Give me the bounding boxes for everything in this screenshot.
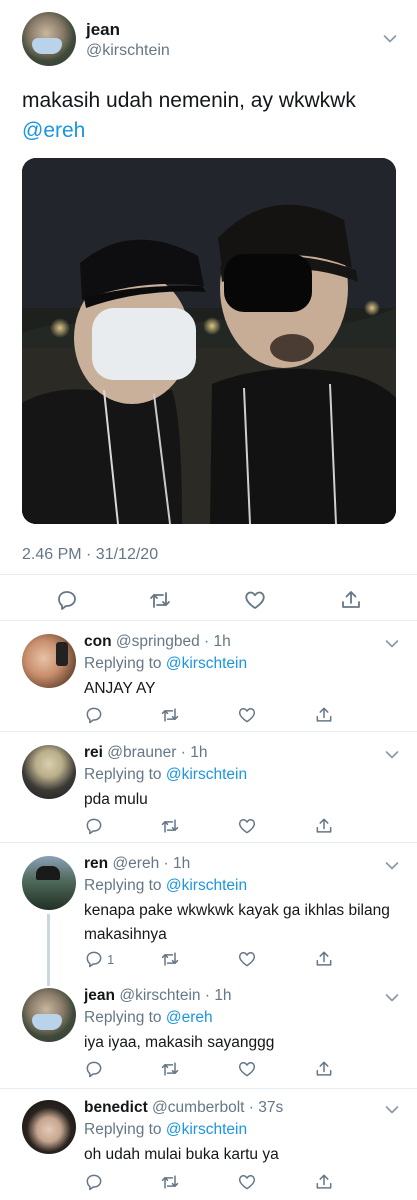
- replying-to-label: Replying to: [84, 655, 162, 672]
- chevron-down-icon[interactable]: [385, 1105, 399, 1115]
- reply-author-handle[interactable]: @brauner: [107, 744, 176, 761]
- reply-tweet[interactable]: benedict @cumberbolt · 37s Replying to @…: [0, 1088, 417, 1200]
- reply-text: kenapa pake wkwkwk kayak ga ikhlas bilan…: [84, 902, 390, 943]
- reply-author-handle[interactable]: @springbed: [116, 633, 200, 650]
- replying-to: Replying to @kirschtein: [84, 1121, 247, 1139]
- reply-time[interactable]: 1h: [214, 987, 231, 1004]
- reply-time[interactable]: 1h: [173, 855, 190, 872]
- retweet-icon[interactable]: [148, 588, 172, 612]
- reply-header: rei @brauner · 1h: [84, 744, 208, 761]
- like-icon[interactable]: [237, 1172, 257, 1192]
- divider: [0, 574, 417, 575]
- like-icon[interactable]: [237, 949, 257, 969]
- replying-to: Replying to @ereh: [84, 1009, 213, 1027]
- reply-icon[interactable]: [84, 1059, 104, 1079]
- reply-icon[interactable]: [55, 588, 79, 612]
- avatar[interactable]: [22, 1100, 76, 1154]
- reply-icon[interactable]: [84, 705, 104, 725]
- reply-tweet[interactable]: con @springbed · 1h Replying to @kirscht…: [0, 620, 417, 731]
- share-icon[interactable]: [314, 705, 334, 725]
- reply-actions: 1: [84, 949, 414, 969]
- reply-time[interactable]: 37s: [258, 1099, 283, 1116]
- face-mask-graphic: [32, 38, 62, 54]
- tweet-photo[interactable]: [22, 158, 396, 524]
- author-name[interactable]: jean: [86, 20, 120, 40]
- replying-to-label: Replying to: [84, 1121, 162, 1138]
- replying-to: Replying to @kirschtein: [84, 877, 247, 895]
- reply-tweet[interactable]: jean @kirschtein · 1h Replying to @ereh …: [0, 976, 417, 1086]
- tweet-actions: [0, 588, 417, 612]
- main-tweet: jean @kirschtein makasih udah nemenin, a…: [0, 0, 417, 620]
- reply-actions: [84, 1059, 414, 1079]
- reply-actions: [84, 705, 414, 725]
- avatar[interactable]: [22, 856, 76, 910]
- reply-tweet[interactable]: ren @ereh · 1h Replying to @kirschtein k…: [0, 842, 417, 976]
- replying-to-handle[interactable]: @kirschtein: [166, 655, 247, 672]
- like-icon[interactable]: [237, 705, 257, 725]
- reply-text: iya iyaa, makasih sayanggg: [84, 1034, 275, 1051]
- tweet-body: makasih udah nemenin, ay wkwkwk: [22, 89, 356, 112]
- reply-icon[interactable]: [84, 949, 104, 969]
- reply-header: con @springbed · 1h: [84, 633, 231, 650]
- reply-author-handle[interactable]: @kirschtein: [119, 987, 200, 1004]
- reply-header: ren @ereh · 1h: [84, 855, 191, 872]
- share-icon[interactable]: [314, 949, 334, 969]
- chevron-down-icon[interactable]: [385, 993, 399, 1003]
- avatar[interactable]: [22, 634, 76, 688]
- reply-author-handle[interactable]: @cumberbolt: [152, 1099, 244, 1116]
- share-icon[interactable]: [314, 1059, 334, 1079]
- avatar[interactable]: [22, 12, 76, 66]
- reply-actions: [84, 1172, 414, 1192]
- share-icon[interactable]: [314, 1172, 334, 1192]
- reply-author-name[interactable]: jean: [84, 987, 115, 1004]
- share-icon[interactable]: [339, 588, 363, 612]
- chevron-down-icon[interactable]: [385, 750, 399, 760]
- replying-to-label: Replying to: [84, 766, 162, 783]
- reply-text: oh udah mulai buka kartu ya: [84, 1146, 279, 1163]
- reply-author-name[interactable]: rei: [84, 744, 103, 761]
- like-icon[interactable]: [237, 1059, 257, 1079]
- replying-to-label: Replying to: [84, 1009, 162, 1026]
- avatar[interactable]: [22, 745, 76, 799]
- reply-author-name[interactable]: ren: [84, 855, 108, 872]
- avatar[interactable]: [22, 988, 76, 1042]
- tweet-text: makasih udah nemenin, ay wkwkwk @ereh: [22, 86, 402, 146]
- reply-actions: [84, 816, 414, 836]
- chevron-down-icon[interactable]: [385, 639, 399, 649]
- reply-author-name[interactable]: benedict: [84, 1099, 148, 1116]
- tweet-timestamp[interactable]: 2.46 PM · 31/12/20: [22, 546, 158, 564]
- like-icon[interactable]: [237, 816, 257, 836]
- photo-illustration: [22, 158, 396, 524]
- reply-author-handle[interactable]: @ereh: [112, 855, 159, 872]
- retweet-icon[interactable]: [160, 816, 180, 836]
- reply-icon[interactable]: [84, 816, 104, 836]
- chevron-down-icon[interactable]: [383, 34, 397, 44]
- retweet-icon[interactable]: [160, 949, 180, 969]
- reply-tweet[interactable]: rei @brauner · 1h Replying to @kirschtei…: [0, 731, 417, 842]
- reply-text: ANJAY AY: [84, 680, 156, 697]
- retweet-icon[interactable]: [160, 1059, 180, 1079]
- replying-to: Replying to @kirschtein: [84, 655, 247, 673]
- replying-to-handle[interactable]: @kirschtein: [166, 877, 247, 894]
- tweet-mention[interactable]: @ereh: [22, 116, 402, 146]
- retweet-icon[interactable]: [160, 1172, 180, 1192]
- author-handle[interactable]: @kirschtein: [86, 42, 170, 60]
- replying-to-handle[interactable]: @ereh: [166, 1009, 213, 1026]
- share-icon[interactable]: [314, 816, 334, 836]
- like-icon[interactable]: [243, 588, 267, 612]
- replying-to-handle[interactable]: @kirschtein: [166, 766, 247, 783]
- reply-count: 1: [107, 951, 115, 967]
- replying-to-handle[interactable]: @kirschtein: [166, 1121, 247, 1138]
- reply-header: jean @kirschtein · 1h: [84, 987, 232, 1004]
- reply-icon[interactable]: [84, 1172, 104, 1192]
- reply-time[interactable]: 1h: [213, 633, 230, 650]
- replying-to-label: Replying to: [84, 877, 162, 894]
- chevron-down-icon[interactable]: [385, 861, 399, 871]
- reply-author-name[interactable]: con: [84, 633, 112, 650]
- reply-text: pda mulu: [84, 791, 148, 808]
- reply-header: benedict @cumberbolt · 37s: [84, 1099, 284, 1116]
- replying-to: Replying to @kirschtein: [84, 766, 247, 784]
- reply-time[interactable]: 1h: [190, 744, 207, 761]
- retweet-icon[interactable]: [160, 705, 180, 725]
